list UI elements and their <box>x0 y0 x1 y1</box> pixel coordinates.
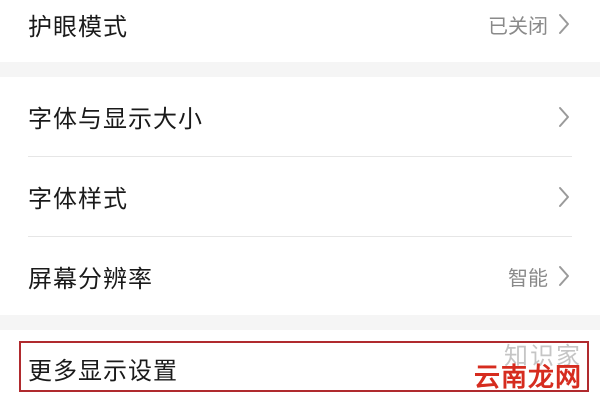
font-display-size-row[interactable]: 字体与显示大小 <box>28 77 600 156</box>
display-settings-card: 字体与显示大小 字体样式 屏幕分辨率 智能 <box>0 77 600 315</box>
screen-resolution-right: 智能 <box>508 262 600 291</box>
watermark: 知识家 云南龙网 <box>438 336 588 394</box>
eye-comfort-value: 已关闭 <box>488 13 548 38</box>
watermark-main-text: 云南龙网 <box>473 363 582 393</box>
chevron-right-icon <box>559 266 569 286</box>
screen-resolution-value: 智能 <box>508 265 548 290</box>
eye-comfort-row[interactable]: 护眼模式 已关闭 <box>28 0 600 48</box>
font-style-right <box>558 186 600 208</box>
font-display-size-label: 字体与显示大小 <box>28 105 203 133</box>
font-display-size-right <box>558 106 600 128</box>
eye-comfort-card: 护眼模式 已关闭 <box>0 0 600 62</box>
eye-comfort-right: 已关闭 <box>488 10 600 39</box>
eye-comfort-label: 护眼模式 <box>28 12 128 41</box>
chevron-right-icon <box>559 186 569 207</box>
chevron-right-icon <box>559 14 569 34</box>
font-style-label: 字体样式 <box>28 185 128 213</box>
chevron-right-icon <box>559 106 569 127</box>
screen-resolution-row[interactable]: 屏幕分辨率 智能 <box>28 237 600 315</box>
font-style-row[interactable]: 字体样式 <box>28 157 600 236</box>
screen-resolution-label: 屏幕分辨率 <box>28 264 153 293</box>
